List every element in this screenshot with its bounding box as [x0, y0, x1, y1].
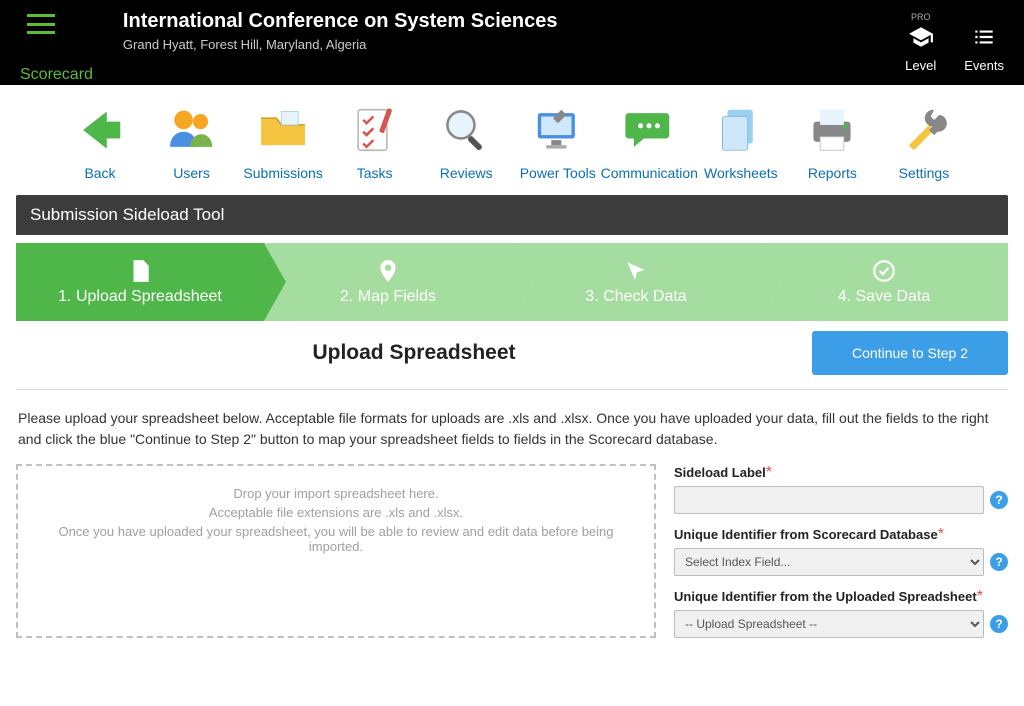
gear-check-icon [871, 258, 897, 284]
step-upload-spreadsheet[interactable]: 1. Upload Spreadsheet [16, 243, 264, 321]
page-title: Upload Spreadsheet [16, 341, 812, 365]
db-id-select[interactable]: Select Index Field... [674, 548, 984, 576]
back-button[interactable]: Back [60, 103, 140, 181]
sideload-label-input[interactable] [674, 486, 984, 514]
main-toolbar: Back Users Submissions Tasks Reviews Pow… [0, 85, 1024, 195]
settings-button[interactable]: Settings [884, 103, 964, 181]
events-button[interactable]: Events [964, 12, 1004, 73]
header-right: PRO Level Events [905, 8, 1004, 73]
db-id-row: Unique Identifier from Scorecard Databas… [674, 526, 1008, 576]
lower-panel: Drop your import spreadsheet here. Accep… [16, 464, 1008, 638]
level-label: Level [905, 58, 936, 73]
brand-label: Scorecard [20, 66, 93, 84]
dropzone-line3: Once you have uploaded your spreadsheet,… [48, 524, 624, 554]
arrow-left-icon [73, 103, 127, 157]
db-id-label: Unique Identifier from Scorecard Databas… [674, 527, 938, 542]
title-block: International Conference on System Scien… [123, 8, 558, 52]
required-marker: * [938, 526, 944, 543]
upload-id-select[interactable]: -- Upload Spreadsheet -- [674, 610, 984, 638]
submissions-button[interactable]: Submissions [243, 103, 323, 181]
users-button[interactable]: Users [152, 103, 232, 181]
sideload-form: Sideload Label* ? Unique Identifier from… [674, 464, 1008, 638]
graduation-cap-icon [908, 24, 934, 50]
instructions-text: Please upload your spreadsheet below. Ac… [18, 408, 1006, 450]
continue-button[interactable]: Continue to Step 2 [812, 331, 1008, 375]
events-label: Events [964, 58, 1004, 73]
communication-button[interactable]: Communication [609, 103, 689, 181]
required-marker: * [766, 464, 772, 481]
step-map-fields[interactable]: 2. Map Fields [264, 243, 512, 321]
upload-id-row: Unique Identifier from the Uploaded Spre… [674, 588, 1008, 638]
list-icon [971, 24, 997, 50]
magnifier-icon [439, 103, 493, 157]
sideload-label-label: Sideload Label [674, 465, 766, 480]
pro-badge: PRO [911, 12, 931, 22]
worksheets-button[interactable]: Worksheets [701, 103, 781, 181]
header-left: Scorecard International Conference on Sy… [20, 8, 558, 84]
wizard-steps: 1. Upload Spreadsheet 2. Map Fields 3. C… [16, 243, 1008, 321]
map-pin-icon [375, 258, 401, 284]
reviews-button[interactable]: Reviews [426, 103, 506, 181]
dropzone-line1: Drop your import spreadsheet here. [233, 486, 438, 501]
help-icon[interactable]: ? [990, 553, 1008, 571]
dropzone-line2: Acceptable file extensions are .xls and … [209, 505, 463, 520]
chat-icon [622, 103, 676, 157]
menu-icon[interactable] [27, 14, 55, 34]
sideload-label-row: Sideload Label* ? [674, 464, 1008, 514]
documents-icon [714, 103, 768, 157]
checklist-icon [348, 103, 402, 157]
spreadsheet-icon [127, 258, 153, 284]
level-button[interactable]: PRO Level [905, 12, 936, 73]
conference-subtitle: Grand Hyatt, Forest Hill, Maryland, Alge… [123, 37, 558, 52]
users-icon [165, 103, 219, 157]
cursor-icon [623, 258, 649, 284]
section-title: Submission Sideload Tool [16, 195, 1008, 235]
tools-icon [897, 103, 951, 157]
upload-dropzone[interactable]: Drop your import spreadsheet here. Accep… [16, 464, 656, 638]
app-header: Scorecard International Conference on Sy… [0, 0, 1024, 85]
step-save-data[interactable]: 4. Save Data [760, 243, 1008, 321]
help-icon[interactable]: ? [990, 491, 1008, 509]
conference-title: International Conference on System Scien… [123, 10, 558, 33]
step-check-data[interactable]: 3. Check Data [512, 243, 760, 321]
monitor-wrench-icon [531, 103, 585, 157]
reports-button[interactable]: Reports [792, 103, 872, 181]
page-title-row: Upload Spreadsheet Continue to Step 2 [16, 331, 1008, 390]
printer-icon [805, 103, 859, 157]
tasks-button[interactable]: Tasks [335, 103, 415, 181]
folder-icon [256, 103, 310, 157]
required-marker: * [977, 588, 983, 605]
power-tools-button[interactable]: Power Tools [518, 103, 598, 181]
upload-id-label: Unique Identifier from the Uploaded Spre… [674, 589, 977, 604]
help-icon[interactable]: ? [990, 615, 1008, 633]
